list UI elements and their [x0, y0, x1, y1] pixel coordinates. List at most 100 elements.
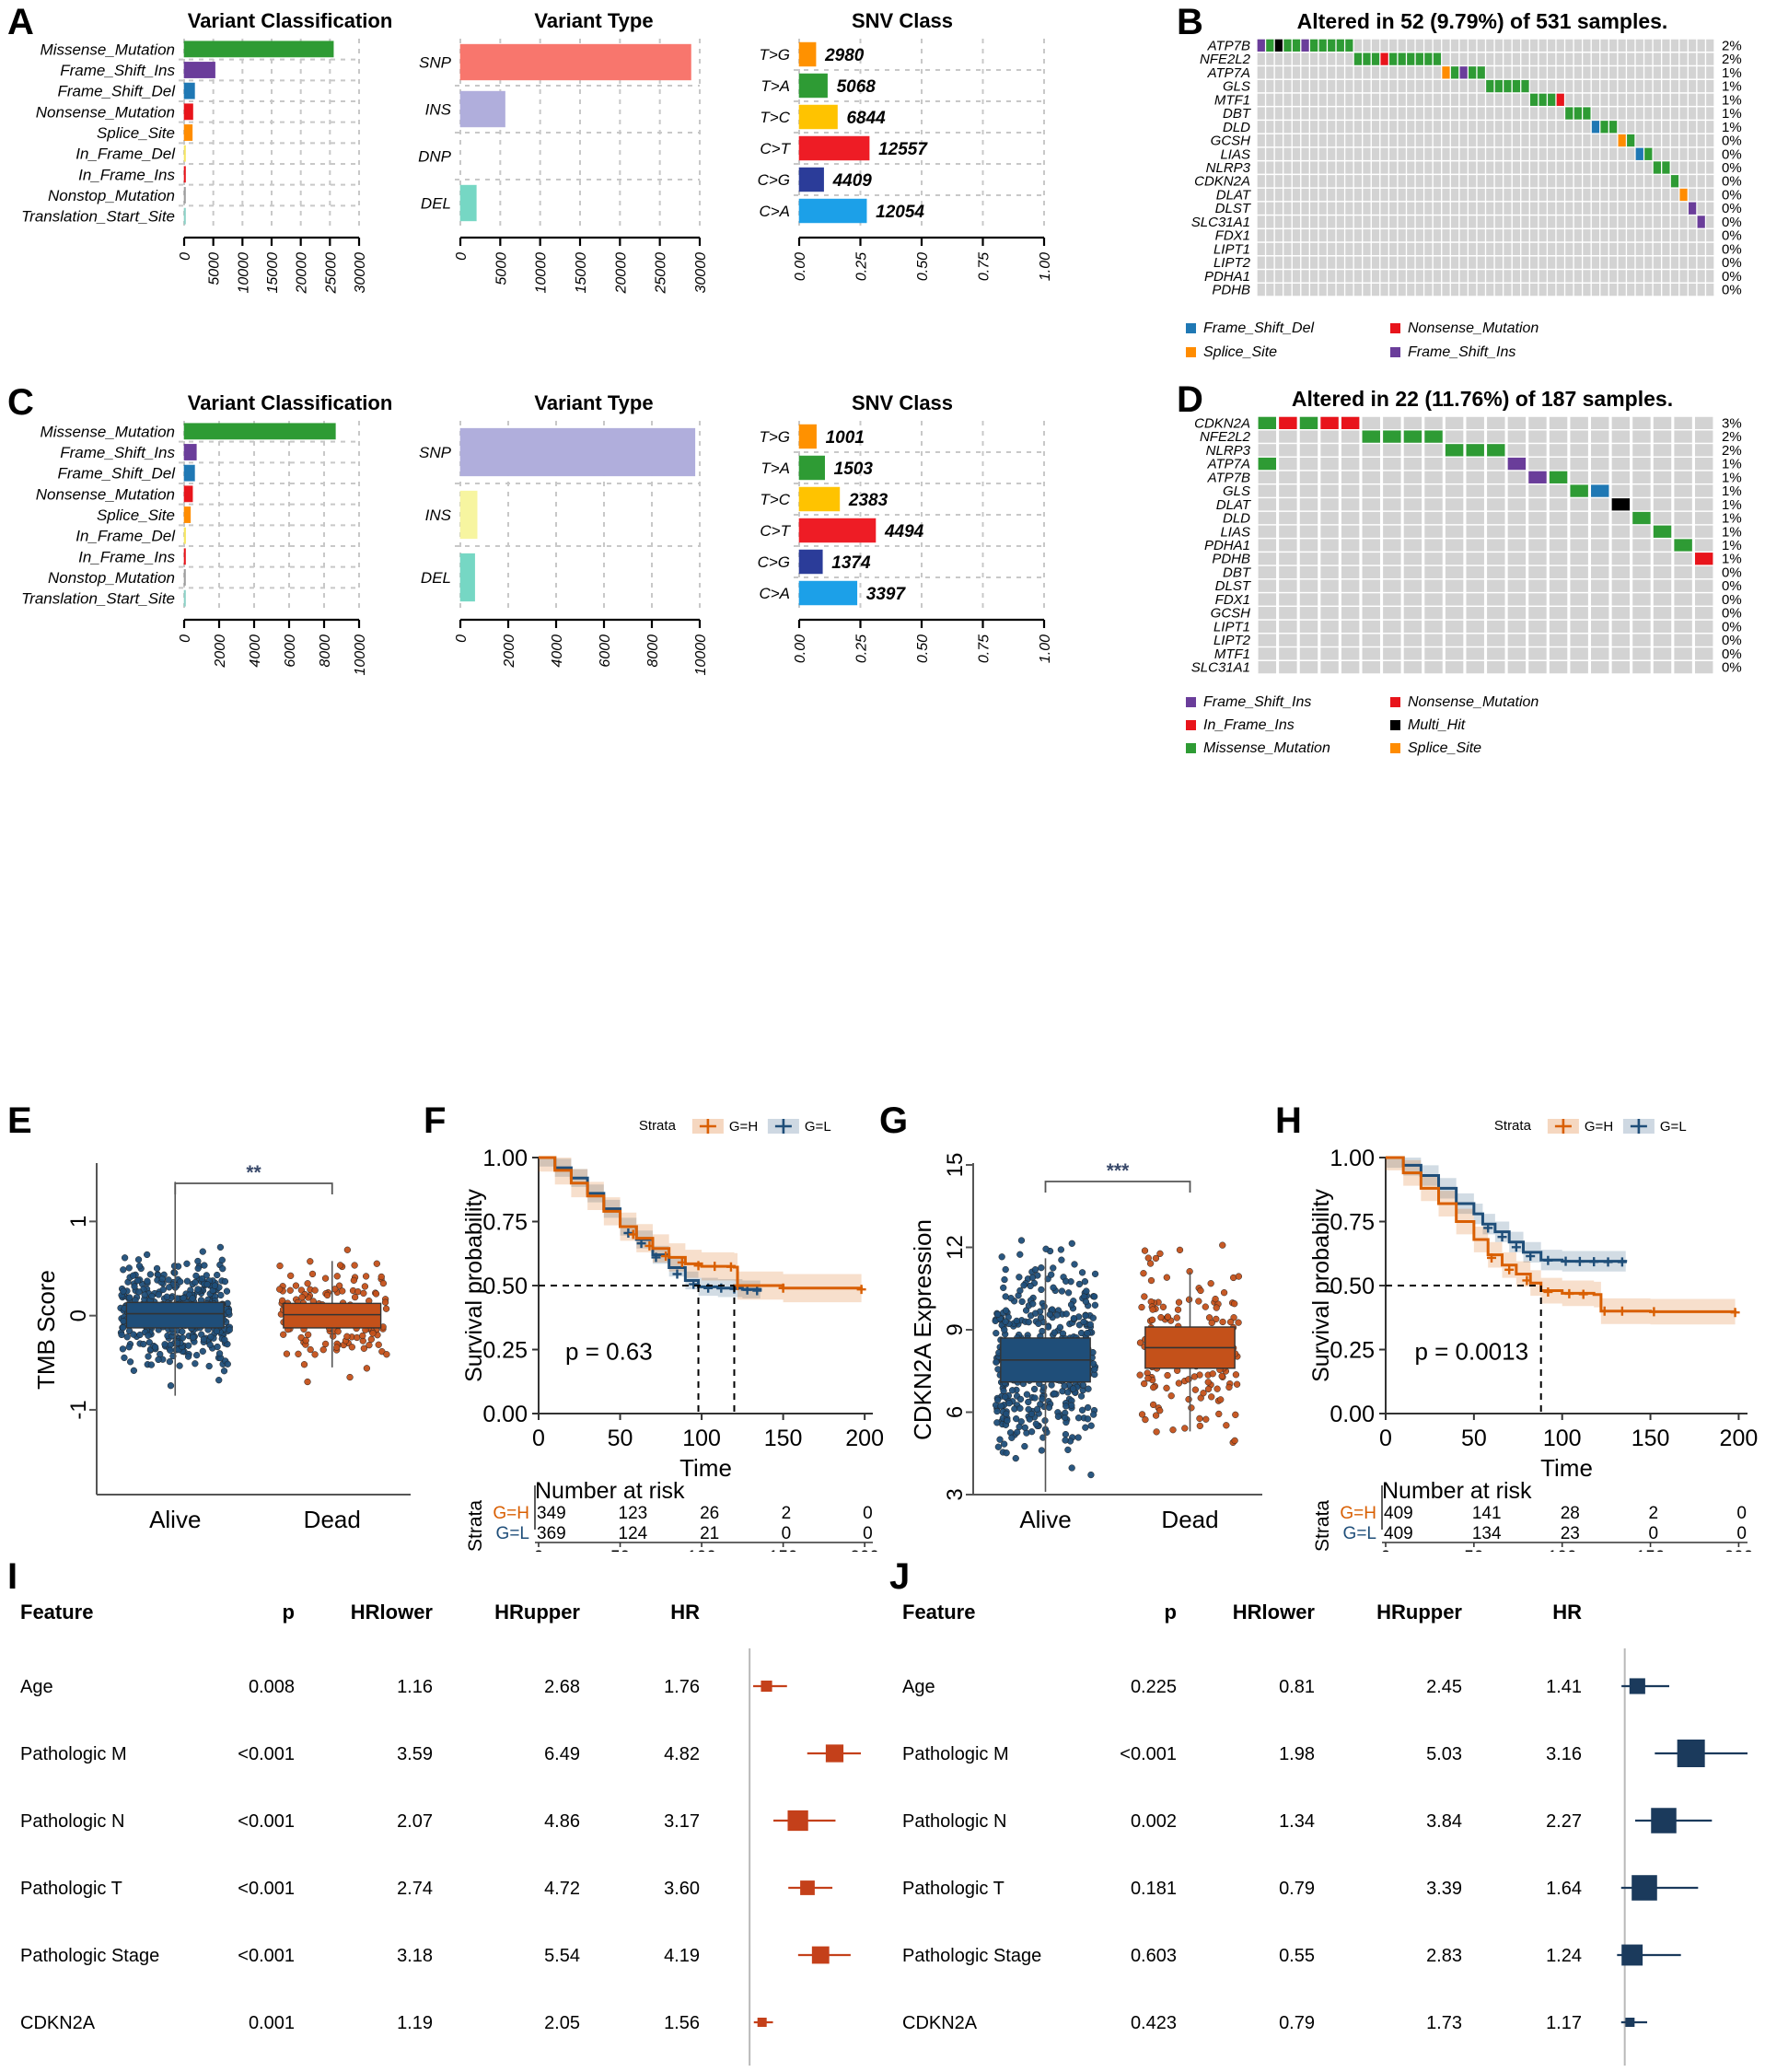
- svg-text:150: 150: [1631, 1426, 1670, 1451]
- svg-text:Strata: Strata: [1494, 1118, 1532, 1134]
- svg-text:p: p: [1165, 1601, 1177, 1624]
- svg-text:3: 3: [943, 1488, 968, 1500]
- svg-text:123: 123: [619, 1504, 648, 1523]
- svg-text:Translation_Start_Site: Translation_Start_Site: [21, 208, 175, 226]
- svg-text:0.79: 0.79: [1279, 1879, 1315, 1899]
- svg-text:2.05: 2.05: [544, 2013, 580, 2033]
- svg-text:3.17: 3.17: [664, 1811, 700, 1832]
- svg-text:Missense_Mutation: Missense_Mutation: [41, 41, 175, 58]
- svg-text:4.72: 4.72: [544, 1879, 580, 1899]
- panel-c-variant-classification-title: Variant Classification: [187, 391, 393, 414]
- svg-text:DEL: DEL: [421, 195, 451, 213]
- svg-text:HRupper: HRupper: [1376, 1601, 1462, 1624]
- svg-text:0: 0: [454, 252, 470, 261]
- svg-text:0.002: 0.002: [1131, 1811, 1177, 1832]
- panel-f: F Strata G=H G=L 0.00 0.25 0.50 0.75 1.00 0 50 100…: [424, 1100, 884, 1552]
- svg-text:INS: INS: [425, 101, 452, 119]
- svg-text:Feature: Feature: [20, 1601, 93, 1624]
- svg-text:21: 21: [700, 1524, 719, 1543]
- svg-text:HRlower: HRlower: [351, 1601, 434, 1624]
- svg-text:5000: 5000: [207, 252, 223, 285]
- svg-text:G=H: G=H: [729, 1119, 758, 1135]
- svg-text:In_Frame_Ins: In_Frame_Ins: [78, 548, 175, 565]
- svg-text:0.423: 0.423: [1131, 2013, 1177, 2033]
- svg-text:0.75: 0.75: [977, 252, 993, 281]
- svg-text:124: 124: [619, 1524, 648, 1543]
- svg-text:Missense_Mutation: Missense_Mutation: [1203, 740, 1330, 756]
- svg-text:G=H: G=H: [1585, 1119, 1613, 1135]
- svg-text:2.83: 2.83: [1426, 1946, 1462, 1966]
- svg-text:0.00: 0.00: [482, 1402, 528, 1427]
- panel-b: B Altered in 52 (9.79%) of 531 samples. …: [1169, 0, 1765, 368]
- svg-text:4000: 4000: [248, 634, 263, 668]
- svg-text:Splice_Site: Splice_Site: [1408, 740, 1481, 756]
- svg-text:CDKN2A Expression: CDKN2A Expression: [909, 1219, 936, 1440]
- svg-text:2000: 2000: [502, 634, 517, 669]
- svg-text:0: 0: [532, 1426, 545, 1451]
- svg-text:20000: 20000: [295, 252, 310, 295]
- svg-text:p: p: [283, 1601, 295, 1624]
- svg-text:SLC31A1: SLC31A1: [1191, 660, 1250, 676]
- svg-text:Nonsense_Mutation: Nonsense_Mutation: [36, 103, 175, 121]
- svg-text:T>G: T>G: [759, 46, 790, 64]
- svg-text:Number at risk: Number at risk: [535, 1478, 685, 1504]
- svg-text:Frame_Shift_Del: Frame_Shift_Del: [57, 465, 176, 483]
- svg-text:Frame_Shift_Del: Frame_Shift_Del: [57, 83, 176, 100]
- svg-text:Splice_Site: Splice_Site: [1203, 344, 1277, 360]
- svg-text:HRlower: HRlower: [1233, 1601, 1316, 1624]
- svg-text:10000: 10000: [236, 252, 251, 294]
- svg-text:0%: 0%: [1722, 660, 1742, 676]
- svg-text:0.25: 0.25: [482, 1338, 528, 1364]
- svg-text:Frame_Shift_Ins: Frame_Shift_Ins: [1203, 694, 1311, 710]
- svg-text:0: 0: [1381, 1548, 1391, 1552]
- svg-text:200: 200: [1720, 1426, 1759, 1451]
- svg-text:Survival probability: Survival probability: [1308, 1189, 1334, 1382]
- svg-text:0.50: 0.50: [1330, 1274, 1375, 1299]
- svg-text:Age: Age: [20, 1677, 53, 1697]
- svg-text:30000: 30000: [693, 252, 709, 294]
- svg-text:0.50: 0.50: [482, 1274, 528, 1299]
- svg-text:1374: 1374: [831, 553, 871, 573]
- panel-g-letter: G: [879, 1100, 908, 1141]
- svg-text:200: 200: [850, 1548, 879, 1552]
- svg-text:349: 349: [537, 1504, 566, 1523]
- svg-text:In_Frame_Ins: In_Frame_Ins: [1203, 717, 1295, 733]
- svg-text:Strata: Strata: [639, 1118, 677, 1134]
- svg-text:<0.001: <0.001: [238, 1946, 295, 1966]
- svg-text:<0.001: <0.001: [1120, 1744, 1177, 1764]
- svg-text:2.45: 2.45: [1426, 1677, 1462, 1697]
- svg-text:<0.001: <0.001: [238, 1744, 295, 1764]
- svg-text:Dead: Dead: [1161, 1506, 1218, 1533]
- svg-text:Pathologic T: Pathologic T: [20, 1879, 122, 1899]
- panel-h-letter: H: [1275, 1100, 1302, 1141]
- svg-text:Splice_Site: Splice_Site: [97, 506, 175, 524]
- svg-text:Strata: Strata: [1312, 1500, 1333, 1552]
- panel-c: C Variant Classification Variant Type SN…: [0, 382, 1169, 751]
- svg-text:2383: 2383: [848, 491, 888, 510]
- svg-text:Pathologic T: Pathologic T: [902, 1879, 1004, 1899]
- svg-text:2: 2: [782, 1504, 792, 1523]
- svg-text:Pathologic N: Pathologic N: [20, 1811, 124, 1832]
- svg-text:2000: 2000: [213, 634, 228, 669]
- svg-text:Frame_Shift_Ins: Frame_Shift_Ins: [1408, 344, 1515, 360]
- panel-e: E 1 0 -1 TMB Score Alive Dead **: [0, 1100, 433, 1552]
- svg-text:150: 150: [769, 1548, 798, 1552]
- svg-text:Dead: Dead: [304, 1506, 361, 1533]
- svg-text:G=L: G=L: [1343, 1524, 1376, 1543]
- svg-text:**: **: [246, 1162, 261, 1183]
- svg-text:1: 1: [66, 1216, 91, 1228]
- svg-text:3.60: 3.60: [664, 1879, 700, 1899]
- svg-text:1.00: 1.00: [1038, 634, 1050, 663]
- panel-f-letter: F: [424, 1100, 446, 1141]
- svg-text:HRupper: HRupper: [494, 1601, 580, 1624]
- svg-text:100: 100: [1543, 1426, 1582, 1451]
- svg-text:4494: 4494: [884, 522, 924, 541]
- svg-text:1.17: 1.17: [1546, 2013, 1582, 2033]
- svg-text:Pathologic Stage: Pathologic Stage: [20, 1946, 159, 1966]
- svg-text:12: 12: [943, 1235, 968, 1260]
- svg-text:1.00: 1.00: [1038, 252, 1050, 281]
- panel-i: I Feature p HRlower HRupper HR Age 0.008 1.16 2.…: [0, 1556, 882, 2072]
- panel-a: A Variant Classification Variant Type SN…: [0, 0, 1169, 368]
- panel-a-variant-type-title: Variant Type: [534, 9, 654, 32]
- svg-text:Feature: Feature: [902, 1601, 975, 1624]
